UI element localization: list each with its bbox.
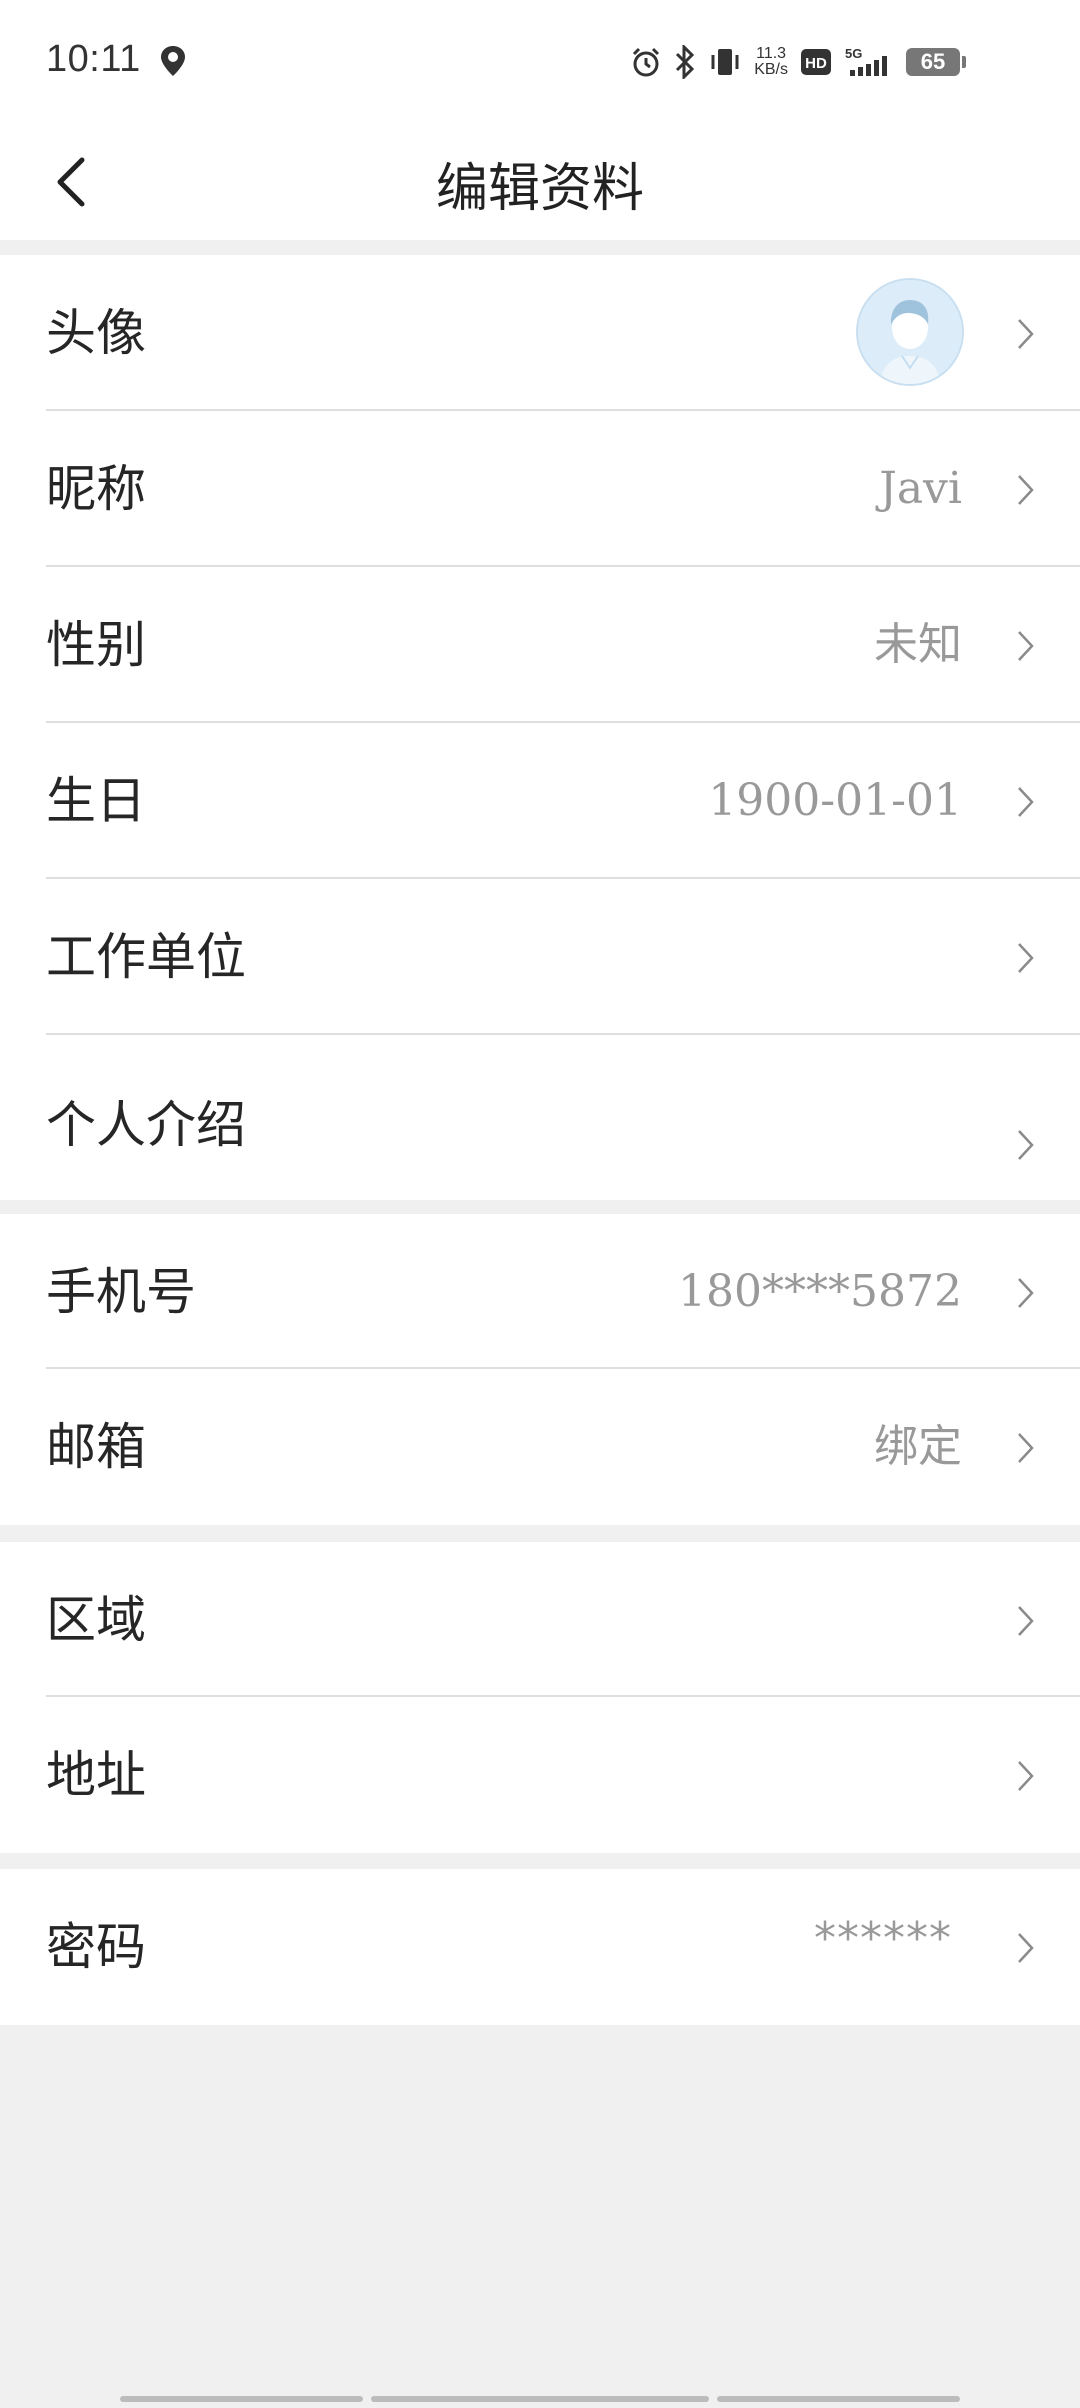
chevron-right-icon: [1018, 943, 1034, 973]
row-region[interactable]: 区域: [0, 1542, 1080, 1697]
default-avatar-icon: [858, 280, 962, 384]
network-speed: 11.3 KB/s: [754, 46, 788, 78]
row-value: 1900-01-01: [708, 775, 962, 826]
row-value: Javi: [879, 463, 962, 514]
svg-text:HD: HD: [805, 55, 827, 72]
row-label: 邮箱: [46, 1418, 146, 1476]
row-nickname[interactable]: 昵称 Javi: [0, 411, 1080, 567]
status-time: 10:11: [46, 38, 141, 80]
chevron-right-icon: [1018, 1606, 1034, 1636]
row-label: 生日: [46, 772, 146, 830]
row-value: 180****5872: [678, 1266, 962, 1317]
alarm-icon: [633, 47, 660, 77]
contact-section: 手机号 180****5872 邮箱 绑定: [0, 1214, 1080, 1525]
battery-indicator: 65: [906, 48, 966, 76]
row-address[interactable]: 地址: [0, 1697, 1080, 1853]
chevron-right-icon: [1018, 1278, 1034, 1308]
chevron-right-icon: [1018, 631, 1034, 661]
chevron-right-icon: [1018, 1761, 1034, 1791]
row-gender[interactable]: 性别 未知: [0, 567, 1080, 723]
row-introduction[interactable]: 个人介绍: [0, 1035, 1080, 1200]
row-label: 密码: [46, 1918, 146, 1976]
speed-value: 11.3: [756, 45, 787, 62]
chevron-right-icon: [1018, 319, 1034, 349]
chevron-right-icon: [1018, 1933, 1034, 1963]
row-label: 个人介绍: [46, 1096, 246, 1154]
chevron-right-icon: [1018, 1433, 1034, 1463]
bluetooth-icon: [676, 45, 695, 79]
hd-icon: HD: [801, 49, 831, 75]
row-avatar[interactable]: 头像: [0, 255, 1080, 411]
row-birthday[interactable]: 生日 1900-01-01: [0, 723, 1080, 879]
location-pin-icon: [161, 46, 185, 76]
row-label: 头像: [46, 304, 146, 362]
row-value: 绑定: [874, 1421, 962, 1472]
row-label: 手机号: [46, 1263, 196, 1321]
navigation-header: 编辑资料: [0, 118, 1080, 240]
row-workplace[interactable]: 工作单位: [0, 879, 1080, 1035]
home-indicator-segment: [371, 2396, 709, 2402]
speed-unit: KB/s: [754, 61, 788, 78]
row-label: 地址: [46, 1746, 146, 1804]
home-indicator: [120, 2396, 960, 2402]
page-title: 编辑资料: [435, 159, 644, 219]
profile-section: 头像 昵称 Javi 性别 未知 生日 1900-01-01 工作单位 个人介绍: [0, 255, 1080, 1200]
home-indicator-segment: [716, 2396, 960, 2402]
status-bar: 10:11 11.3 KB/s HD 5G 65: [0, 0, 1080, 118]
chevron-right-icon: [1018, 1130, 1034, 1160]
home-indicator-segment: [120, 2396, 364, 2402]
row-phone[interactable]: 手机号 180****5872: [0, 1214, 1080, 1369]
row-label: 昵称: [46, 460, 146, 518]
row-label: 区域: [46, 1591, 146, 1649]
row-label: 工作单位: [46, 928, 246, 986]
row-value: 未知: [874, 619, 962, 670]
row-password[interactable]: 密码 ******: [0, 1869, 1080, 2025]
row-email[interactable]: 邮箱 绑定: [0, 1369, 1080, 1525]
signal-5g-icon: 5G: [845, 46, 887, 76]
chevron-right-icon: [1018, 787, 1034, 817]
status-icons: 11.3 KB/s HD 5G 65: [630, 42, 966, 82]
avatar[interactable]: [856, 278, 964, 386]
chevron-right-icon: [1018, 475, 1034, 505]
vibrate-icon: [711, 49, 739, 75]
security-section: 密码 ******: [0, 1869, 1080, 2025]
row-label: 性别: [46, 616, 146, 674]
svg-text:5G: 5G: [845, 46, 862, 61]
region-section: 区域 地址: [0, 1542, 1080, 1853]
row-value: ******: [814, 1913, 952, 1964]
